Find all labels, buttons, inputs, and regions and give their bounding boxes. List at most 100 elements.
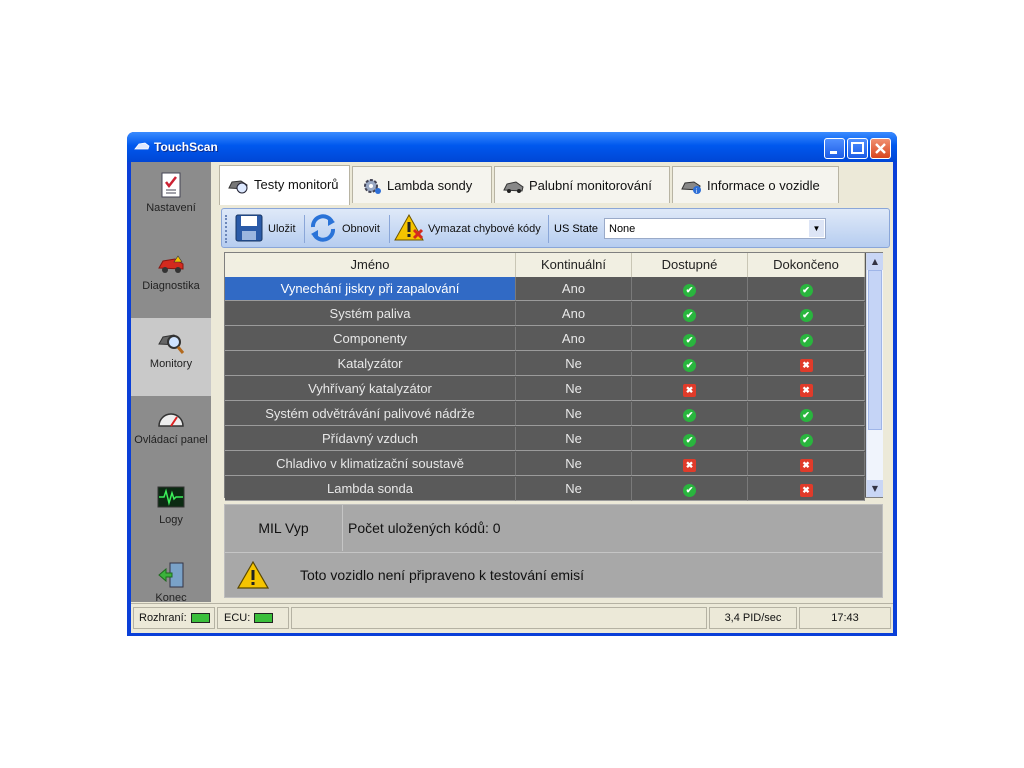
refresh-label: Obnovit: [342, 223, 380, 235]
tab-strip: Testy monitorů Lambda sondy Palubní moni…: [215, 162, 893, 206]
app-window: TouchScan Nastavení Diagnostika Monitory…: [127, 132, 897, 636]
minimize-button[interactable]: [824, 138, 845, 159]
check-icon: ✔: [683, 434, 696, 447]
clear-codes-label: Vymazat chybové kódy: [428, 223, 541, 235]
column-header-available[interactable]: Dostupné: [632, 253, 748, 277]
tab-monitor-tests[interactable]: Testy monitorů: [219, 165, 350, 205]
title-bar[interactable]: TouchScan: [127, 132, 897, 162]
cell-continuous: Ne: [516, 477, 632, 501]
table-header: Jméno Kontinuální Dostupné Dokončeno: [225, 253, 865, 277]
table-row[interactable]: Componenty Ano ✔ ✔: [225, 327, 865, 352]
cell-available: ✔: [632, 277, 748, 301]
floppy-disk-icon: [235, 214, 263, 242]
table-row[interactable]: Přídavný vzduch Ne ✔ ✔: [225, 427, 865, 452]
check-icon: ✔: [799, 434, 813, 447]
cell-continuous: Ne: [516, 452, 632, 476]
sidebar-item-control-panel[interactable]: Ovládací panel: [131, 396, 211, 474]
tab-onboard-monitoring[interactable]: Palubní monitorování: [494, 166, 670, 203]
exit-door-icon: [158, 562, 184, 588]
us-state-label: US State: [554, 223, 599, 235]
cell-completed: ✔: [748, 327, 865, 351]
toolbar-separator: [548, 215, 549, 243]
status-message: [291, 607, 707, 629]
cell-available: ✔: [632, 427, 748, 451]
toolbar-separator: [304, 215, 305, 243]
refresh-button[interactable]: Obnovit: [308, 213, 388, 245]
tab-label: Testy monitorů: [254, 177, 339, 192]
save-label: Uložit: [268, 223, 296, 235]
table-row[interactable]: Vynechání jiskry při zapalování Ano ✔ ✔: [225, 277, 865, 302]
table-row[interactable]: Lambda sonda Ne ✔ ✖: [225, 477, 865, 502]
table-row[interactable]: Systém paliva Ano ✔ ✔: [225, 302, 865, 327]
us-state-select[interactable]: None ▼: [604, 218, 826, 239]
column-header-completed[interactable]: Dokončeno: [748, 253, 865, 277]
cell-completed: ✖: [748, 452, 865, 476]
table-row[interactable]: Chladivo v klimatizační soustavě Ne ✖ ✖: [225, 452, 865, 477]
scroll-up-arrow-icon[interactable]: ▲: [867, 253, 883, 270]
check-icon: ✔: [683, 334, 696, 347]
sidebar: Nastavení Diagnostika Monitory Ovládací …: [131, 162, 211, 604]
cell-name: Vynechání jiskry při zapalování: [225, 277, 516, 301]
cell-continuous: Ano: [516, 277, 632, 301]
cross-icon: ✖: [799, 384, 813, 397]
cell-continuous: Ne: [516, 402, 632, 426]
check-icon: ✔: [683, 359, 696, 372]
clear-codes-button[interactable]: Vymazat chybové kódy: [394, 213, 544, 245]
warning-clear-icon: [394, 213, 424, 241]
interface-label: Rozhraní:: [139, 612, 187, 624]
cell-completed: ✔: [748, 302, 865, 326]
cross-icon: ✖: [799, 359, 813, 372]
check-icon: ✔: [683, 284, 696, 297]
check-icon: ✔: [683, 309, 696, 322]
cell-continuous: Ne: [516, 427, 632, 451]
table-row[interactable]: Systém odvětrávání palivové nádrže Ne ✔ ✔: [225, 402, 865, 427]
close-button[interactable]: [870, 138, 891, 159]
cell-completed: ✔: [748, 402, 865, 426]
table-row[interactable]: Katalyzátor Ne ✔ ✖: [225, 352, 865, 377]
tab-lambda-sensors[interactable]: Lambda sondy: [352, 166, 492, 203]
table-row[interactable]: Vyhřívaný katalyzátor Ne ✖ ✖: [225, 377, 865, 402]
save-button[interactable]: Uložit: [234, 213, 304, 245]
cell-continuous: Ne: [516, 352, 632, 376]
check-icon: ✔: [799, 284, 813, 297]
app-logo-icon: [134, 142, 150, 150]
ecu-label: ECU:: [224, 612, 251, 624]
monitor-table: Jméno Kontinuální Dostupné Dokončeno Vyn…: [224, 252, 883, 501]
sidebar-item-label: Logy: [159, 514, 183, 526]
warning-message: Toto vozidlo není připraveno k testování…: [300, 567, 585, 583]
cell-name: Systém odvětrávání palivové nádrže: [225, 402, 516, 426]
toolbar-grip[interactable]: [225, 215, 230, 243]
scroll-down-arrow-icon[interactable]: ▼: [867, 480, 883, 497]
cell-name: Componenty: [225, 327, 516, 351]
sidebar-item-settings[interactable]: Nastavení: [131, 162, 211, 240]
chevron-down-icon[interactable]: ▼: [809, 220, 824, 237]
maximize-button[interactable]: [847, 138, 868, 159]
sidebar-item-label: Nastavení: [146, 202, 196, 214]
check-icon: ✔: [683, 484, 696, 497]
cell-name: Systém paliva: [225, 302, 516, 326]
sidebar-item-diagnostics[interactable]: Diagnostika: [131, 240, 211, 318]
ecu-status: ECU:: [217, 607, 289, 629]
scroll-thumb[interactable]: [868, 270, 882, 430]
tab-vehicle-info[interactable]: i Informace o vozidle: [672, 166, 839, 203]
cross-icon: ✖: [799, 459, 813, 472]
tab-label: Palubní monitorování: [529, 178, 652, 193]
check-icon: ✔: [799, 309, 813, 322]
cell-continuous: Ne: [516, 377, 632, 401]
sidebar-item-monitors[interactable]: Monitory: [131, 318, 211, 396]
sidebar-item-logs[interactable]: Logy: [131, 474, 211, 552]
cell-available: ✔: [632, 302, 748, 326]
car-magnifier-icon: [228, 180, 248, 194]
column-header-name[interactable]: Jméno: [225, 253, 516, 277]
cell-name: Přídavný vzduch: [225, 427, 516, 451]
cell-completed: ✖: [748, 352, 865, 376]
interface-led-icon: [190, 613, 210, 624]
checklist-icon: [161, 172, 181, 198]
cell-completed: ✖: [748, 377, 865, 401]
sidebar-item-label: Ovládací panel: [134, 434, 208, 446]
cell-available: ✔: [632, 327, 748, 351]
cell-completed: ✔: [748, 427, 865, 451]
column-header-continuous[interactable]: Kontinuální: [516, 253, 632, 277]
vertical-scrollbar[interactable]: ▲ ▼: [866, 253, 883, 497]
stored-codes-count: Počet uložených kódů: 0: [348, 520, 501, 536]
